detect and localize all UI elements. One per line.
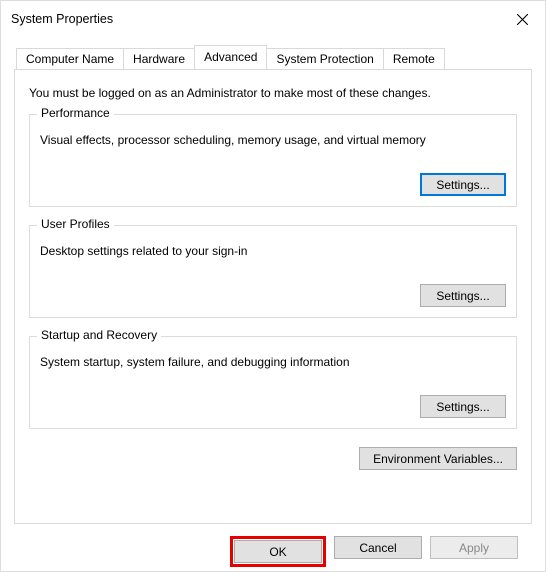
tab-computer-name[interactable]: Computer Name	[16, 48, 124, 70]
window-title: System Properties	[11, 12, 113, 26]
tab-system-protection[interactable]: System Protection	[266, 48, 383, 70]
ok-highlight: OK	[230, 536, 326, 567]
environment-variables-button[interactable]: Environment Variables...	[359, 447, 517, 470]
dialog-button-row: OK Cancel Apply	[14, 524, 532, 567]
group-user-profiles-desc: Desktop settings related to your sign-in	[40, 244, 506, 258]
client-area: Computer Name Hardware Advanced System P…	[1, 37, 545, 567]
cancel-button[interactable]: Cancel	[334, 536, 422, 559]
group-user-profiles-legend: User Profiles	[37, 217, 114, 231]
group-startup-recovery-desc: System startup, system failure, and debu…	[40, 355, 506, 369]
group-user-profiles: User Profiles Desktop settings related t…	[29, 225, 517, 318]
close-icon	[517, 14, 528, 25]
admin-intro-text: You must be logged on as an Administrato…	[29, 86, 517, 100]
group-performance: Performance Visual effects, processor sc…	[29, 114, 517, 207]
group-performance-desc: Visual effects, processor scheduling, me…	[40, 133, 506, 147]
titlebar: System Properties	[1, 1, 545, 37]
tab-hardware[interactable]: Hardware	[123, 48, 195, 70]
group-startup-recovery: Startup and Recovery System startup, sys…	[29, 336, 517, 429]
group-startup-recovery-legend: Startup and Recovery	[37, 328, 161, 342]
ok-button[interactable]: OK	[234, 540, 322, 563]
tabstrip: Computer Name Hardware Advanced System P…	[16, 45, 532, 69]
tab-remote[interactable]: Remote	[383, 48, 445, 70]
tab-advanced[interactable]: Advanced	[194, 45, 267, 69]
performance-settings-button[interactable]: Settings...	[420, 173, 506, 196]
user-profiles-settings-button[interactable]: Settings...	[420, 284, 506, 307]
group-performance-legend: Performance	[37, 106, 114, 120]
tabpage-advanced: You must be logged on as an Administrato…	[14, 69, 532, 524]
startup-recovery-settings-button[interactable]: Settings...	[420, 395, 506, 418]
apply-button[interactable]: Apply	[430, 536, 518, 559]
close-button[interactable]	[499, 1, 545, 37]
system-properties-window: System Properties Computer Name Hardware…	[0, 0, 546, 572]
